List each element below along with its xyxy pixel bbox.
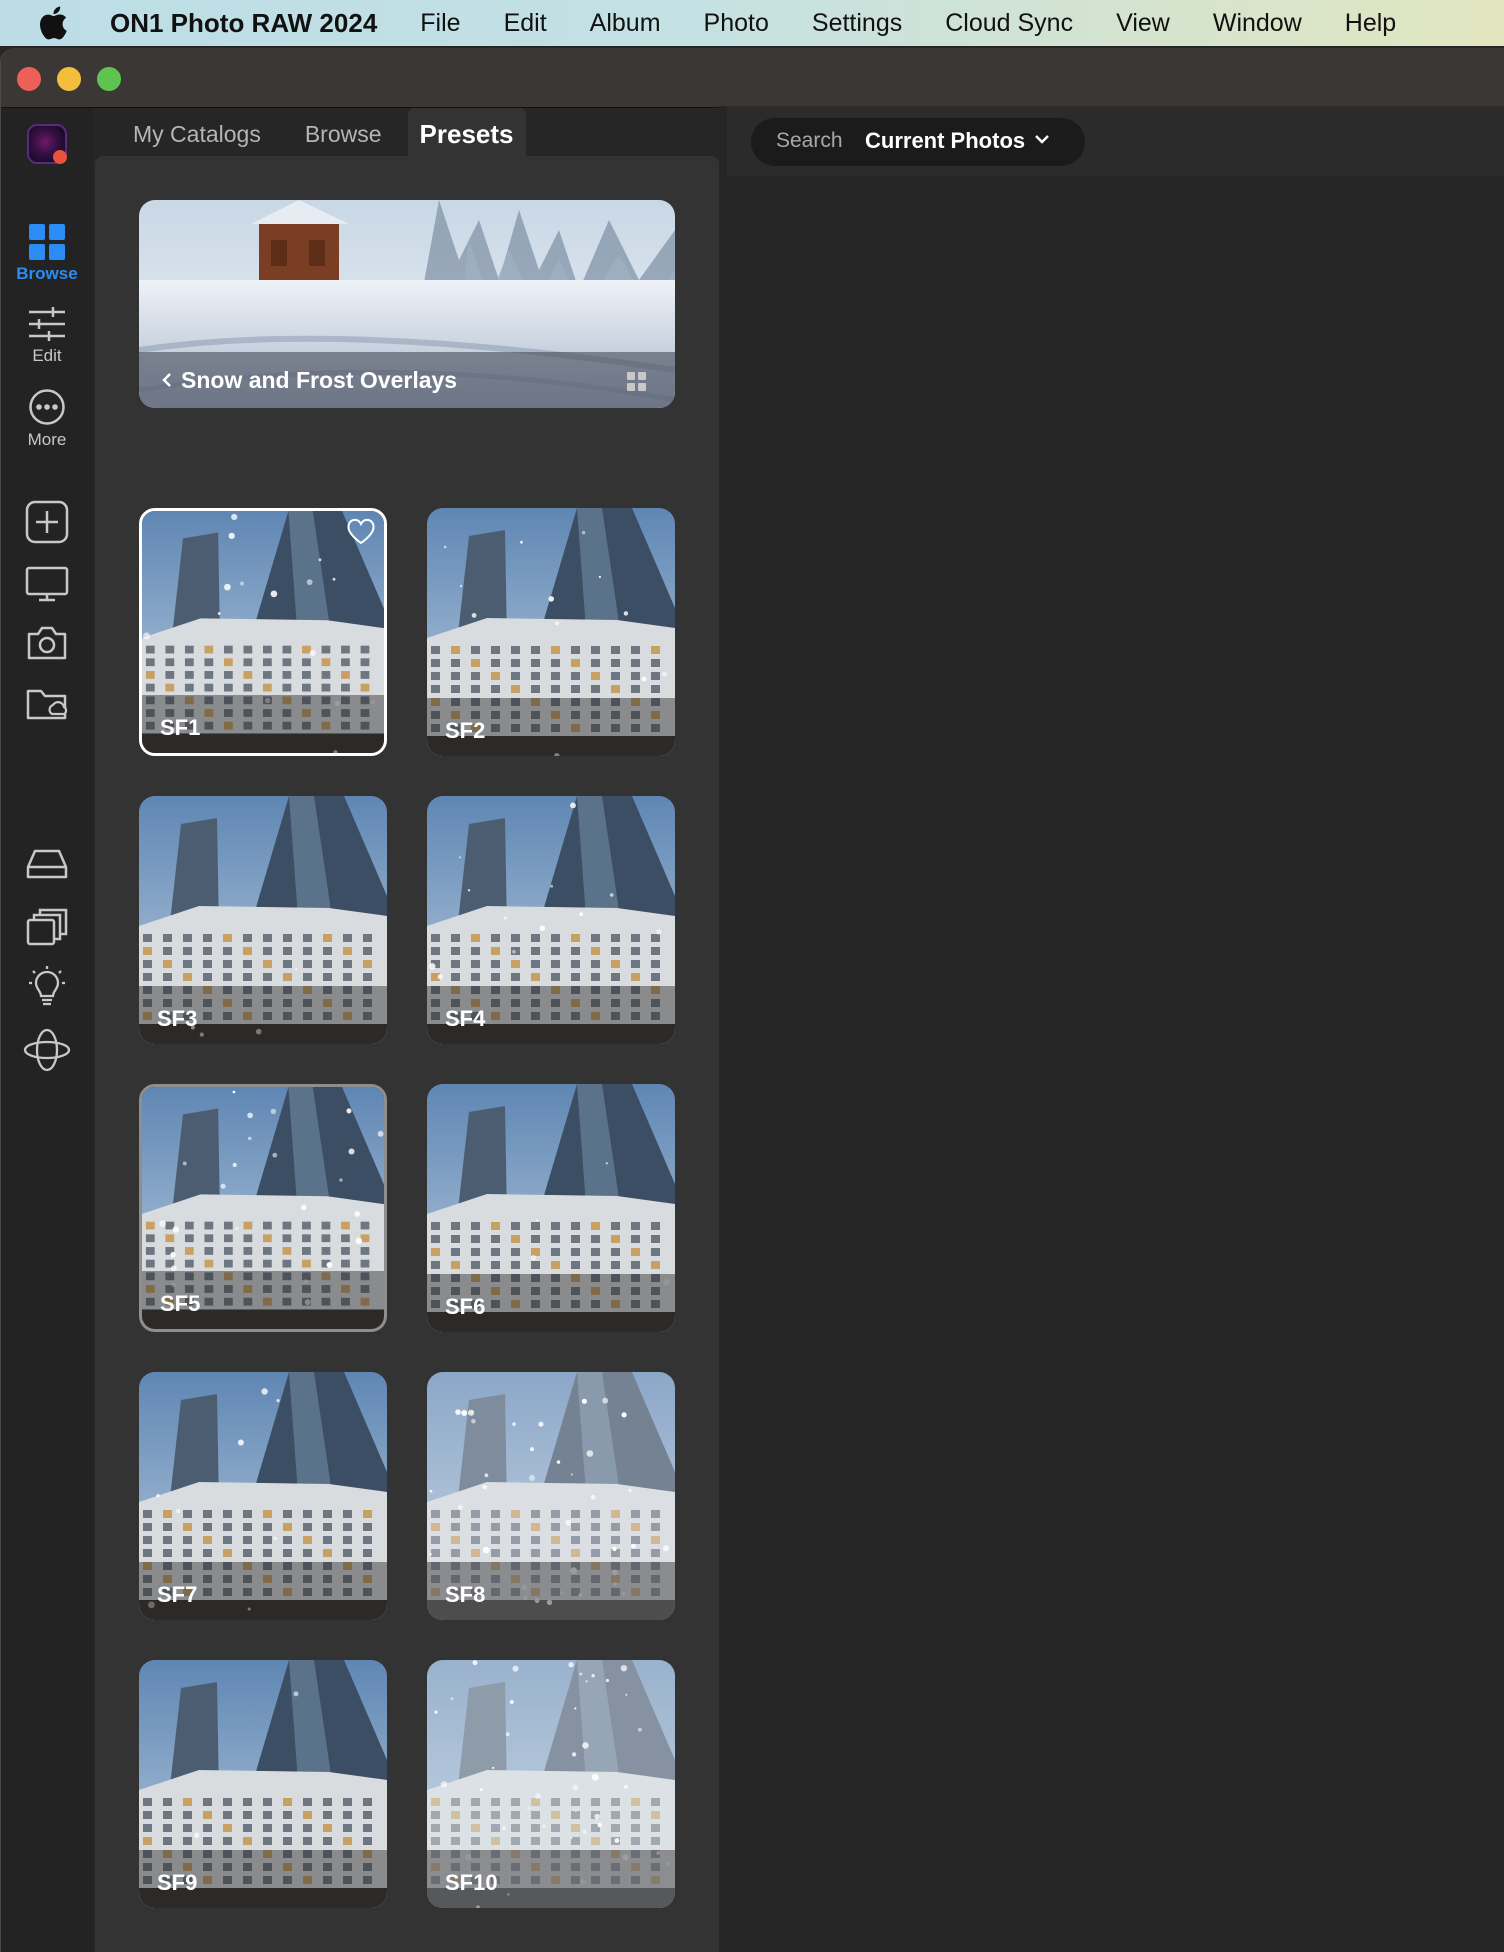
preset-label: SF4 — [445, 1006, 486, 1031]
search-label: Search — [776, 129, 843, 152]
more-dots-icon — [29, 389, 65, 425]
more-module-button[interactable]: More — [1, 388, 93, 450]
display-icon — [25, 566, 69, 602]
tab-my-catalogs[interactable]: My Catalogs — [115, 108, 279, 158]
more-module-label: More — [27, 430, 67, 449]
browse-grid-icon — [29, 224, 65, 260]
preset-thumbnail[interactable]: SF2 — [427, 508, 675, 756]
preset-label: SF7 — [157, 1582, 198, 1607]
globe-button[interactable] — [1, 1026, 93, 1074]
menu-album[interactable]: Album — [590, 9, 661, 38]
menu-help[interactable]: Help — [1345, 9, 1396, 38]
search-scope-value: Current Photos — [865, 128, 1026, 153]
app-logo-icon[interactable] — [27, 124, 67, 164]
preset-thumbnail[interactable]: SF6 — [427, 1084, 675, 1332]
chevron-left-icon[interactable] — [161, 371, 173, 389]
preset-label: SF1 — [160, 715, 201, 740]
tab-browse[interactable]: Browse — [287, 108, 400, 158]
presets-panel: Snow and Frost Overlays SF1 SF2 SF3 SF4 … — [95, 156, 719, 1952]
app-window: Browse Edit More My Catalogs Browse Pres… — [0, 48, 1504, 1952]
category-title-bar: Snow and Frost Overlays — [139, 352, 675, 408]
preset-thumbnail[interactable]: SF9 — [139, 1660, 387, 1908]
edit-module-button[interactable]: Edit — [1, 306, 93, 366]
tab-presets[interactable]: Presets — [407, 108, 526, 158]
macos-menubar: ON1 Photo RAW 2024 File Edit Album Photo… — [0, 0, 1504, 46]
preset-label: SF3 — [157, 1006, 198, 1031]
preset-label: SF9 — [157, 1870, 198, 1895]
lightbulb-icon — [29, 966, 65, 1006]
drive-button[interactable] — [1, 848, 93, 880]
display-button[interactable] — [1, 566, 93, 602]
lightbulb-button[interactable] — [1, 966, 93, 1008]
edit-module-label: Edit — [32, 346, 62, 365]
browse-module-label: Browse — [16, 264, 78, 283]
albums-button[interactable] — [1, 908, 93, 946]
browse-module-button[interactable]: Browse — [1, 224, 93, 284]
camera-icon — [27, 626, 67, 660]
menu-edit[interactable]: Edit — [504, 9, 547, 38]
chevron-down-icon — [1035, 135, 1049, 144]
preset-thumbnail[interactable]: SF3 — [139, 796, 387, 1044]
menu-cloud-sync[interactable]: Cloud Sync — [945, 9, 1073, 38]
cloud-folder-button[interactable] — [1, 686, 93, 722]
sliders-icon — [29, 307, 65, 341]
globe-icon — [23, 1028, 71, 1072]
preset-thumbnail[interactable]: SF5 — [139, 1084, 387, 1332]
preset-label: SF2 — [445, 718, 486, 743]
preset-label: SF8 — [445, 1582, 486, 1607]
panel-divider[interactable] — [719, 106, 727, 1952]
preset-label: SF5 — [160, 1291, 201, 1316]
grid-view-icon[interactable] — [627, 372, 647, 392]
albums-icon — [26, 908, 68, 946]
preset-thumbnail[interactable]: SF4 — [427, 796, 675, 1044]
panel-tabs: My Catalogs Browse Presets — [115, 108, 534, 158]
zoom-window-button[interactable] — [97, 67, 121, 91]
window-titlebar — [1, 48, 1504, 108]
close-window-button[interactable] — [17, 67, 41, 91]
search-scope-dropdown[interactable]: Search Current Photos — [751, 118, 1085, 166]
preset-thumbnail[interactable]: SF10 — [427, 1660, 675, 1908]
add-icon — [25, 500, 69, 544]
preset-label: SF6 — [445, 1294, 486, 1319]
camera-button[interactable] — [1, 624, 93, 662]
preset-thumbnail[interactable]: SF7 — [139, 1372, 387, 1620]
menu-photo[interactable]: Photo — [704, 9, 769, 38]
preset-thumbnail[interactable]: SF8 — [427, 1372, 675, 1620]
drive-icon — [26, 849, 68, 879]
preset-label: SF10 — [445, 1870, 498, 1895]
category-title: Snow and Frost Overlays — [181, 366, 458, 393]
search-toolbar: Search Current Photos — [727, 106, 1504, 176]
menu-file[interactable]: File — [420, 9, 460, 38]
menu-settings[interactable]: Settings — [812, 9, 902, 38]
apple-icon[interactable] — [38, 0, 72, 46]
preset-thumbnail[interactable]: SF1 — [139, 508, 387, 756]
minimize-window-button[interactable] — [57, 67, 81, 91]
favorite-heart-icon[interactable] — [346, 517, 376, 545]
menu-window[interactable]: Window — [1213, 9, 1302, 38]
add-button[interactable] — [1, 500, 93, 544]
module-rail: Browse Edit More — [1, 108, 93, 1952]
app-name-menu[interactable]: ON1 Photo RAW 2024 — [110, 8, 377, 39]
menu-view[interactable]: View — [1116, 9, 1170, 38]
cloud-folder-icon — [26, 689, 68, 720]
preset-category-header[interactable]: Snow and Frost Overlays — [139, 200, 675, 408]
